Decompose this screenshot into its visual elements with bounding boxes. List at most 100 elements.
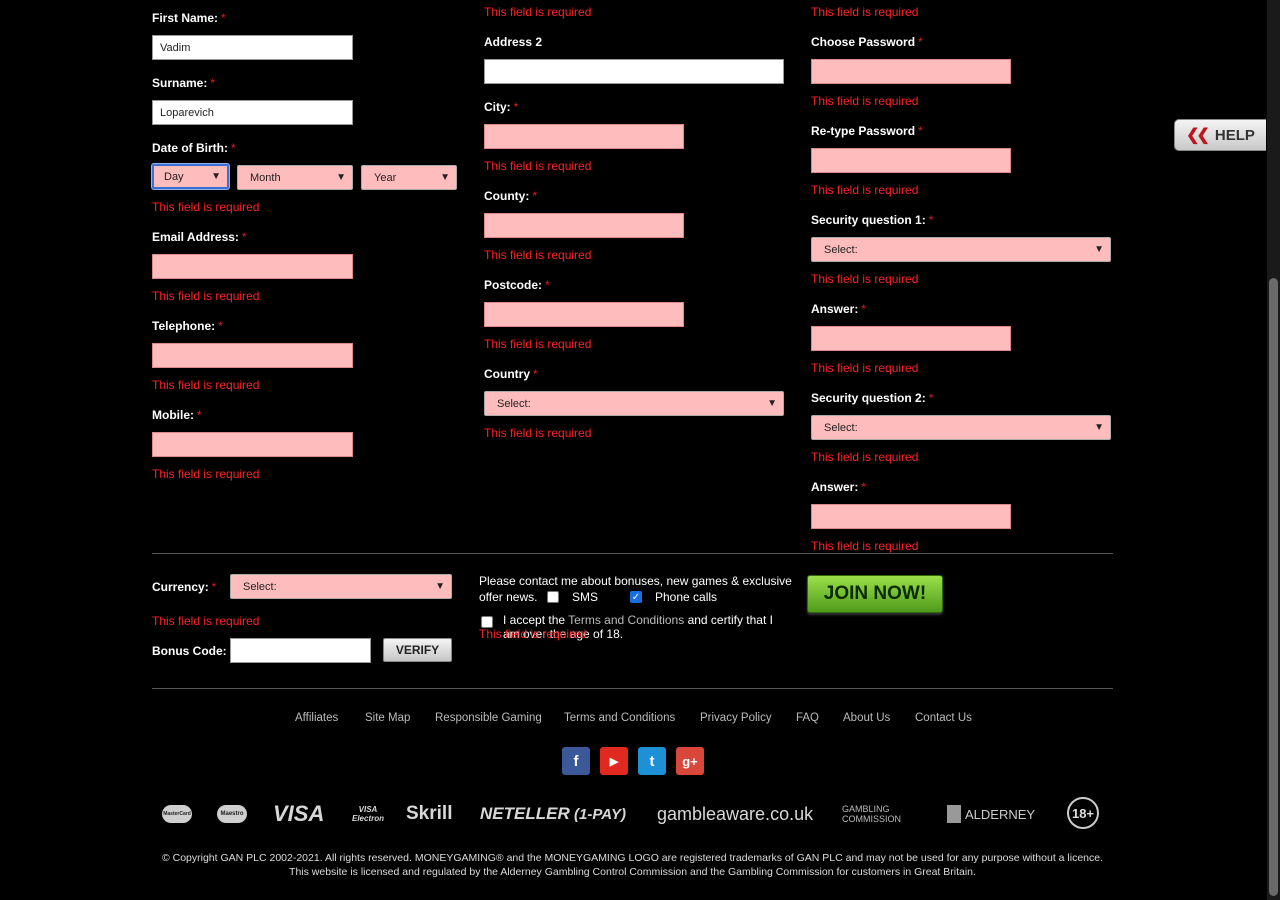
bonus-code-input[interactable]: [230, 638, 371, 663]
help-tab[interactable]: ❮❮ HELP: [1174, 119, 1266, 151]
postcode-input[interactable]: [484, 302, 684, 327]
visa-logo: VISA: [273, 801, 325, 826]
footer-link-about-us[interactable]: About Us: [843, 712, 890, 724]
chevron-down-icon: ▼: [336, 172, 346, 183]
error-answer-2: This field is required: [811, 539, 919, 553]
neteller-logo: NETELLER: [480, 804, 570, 823]
country-label: Country *: [484, 367, 538, 381]
error-security-question-1: This field is required: [811, 272, 919, 286]
footer-divider: [152, 688, 1113, 689]
dob-day-select[interactable]: Day ▼: [152, 164, 229, 189]
facebook-icon[interactable]: f: [562, 747, 590, 775]
footer-link-faq[interactable]: FAQ: [796, 712, 819, 724]
alderney-crest-icon: [947, 805, 961, 823]
footer-link-responsible-gaming[interactable]: Responsible Gaming: [435, 712, 542, 724]
answer-2-input[interactable]: [811, 504, 1011, 529]
security-question-1-label: Security question 1: *: [811, 213, 934, 227]
currency-label: Currency: *: [152, 580, 217, 594]
scrollbar-track[interactable]: [1267, 0, 1280, 900]
choose-password-input[interactable]: [811, 59, 1011, 84]
error-county: This field is required: [484, 248, 592, 262]
surname-input[interactable]: Loparevich: [152, 100, 353, 125]
country-select[interactable]: Select: ▼: [484, 391, 784, 416]
sms-checkbox[interactable]: [547, 591, 559, 603]
dob-year-select[interactable]: Year ▼: [361, 165, 457, 190]
mobile-input[interactable]: [152, 432, 353, 457]
mobile-label: Mobile: *: [152, 408, 202, 422]
error-choose-password: This field is required: [811, 94, 919, 108]
security-question-1-select[interactable]: Select: ▼: [811, 237, 1111, 262]
answer-2-label: Answer: *: [811, 480, 867, 494]
email-input[interactable]: [152, 254, 353, 279]
help-label: HELP: [1214, 126, 1255, 144]
address2-input[interactable]: [484, 59, 784, 84]
error-email: This field is required: [152, 289, 260, 303]
error-accept-terms: This field is required: [479, 627, 587, 641]
age-18-plus-badge: 18+: [1067, 797, 1099, 829]
form-divider: [152, 553, 1113, 554]
dob-label: Date of Birth: *: [152, 141, 236, 155]
phone-calls-checkbox[interactable]: ✓: [630, 591, 642, 603]
skrill-logo: Skrill: [406, 803, 453, 824]
error-address1: This field is required: [484, 5, 592, 19]
surname-value: Loparevich: [160, 106, 214, 119]
join-now-button[interactable]: JOIN NOW!: [807, 575, 943, 613]
gambling-commission-logo: GAMBLING COMMISSION: [842, 804, 902, 824]
copyright-line1: © Copyright GAN PLC 2002-2021. All right…: [161, 852, 1104, 864]
footer-link-site-map[interactable]: Site Map: [365, 712, 410, 724]
bonus-code-label: Bonus Code:: [152, 644, 227, 658]
copyright-line2: This website is licensed and regulated b…: [289, 866, 976, 878]
footer-link-privacy[interactable]: Privacy Policy: [700, 712, 772, 724]
city-label: City: *: [484, 100, 519, 114]
error-currency: This field is required: [152, 614, 260, 628]
telephone-input[interactable]: [152, 343, 353, 368]
gambleaware-logo: gambleaware.co.uk: [657, 803, 814, 824]
phone-calls-label: Phone calls: [655, 590, 718, 604]
footer-link-terms[interactable]: Terms and Conditions: [564, 712, 675, 724]
email-label: Email Address: *: [152, 230, 247, 244]
security-question-2-select[interactable]: Select: ▼: [811, 415, 1111, 440]
security-question-2-label: Security question 2: *: [811, 391, 934, 405]
google-plus-icon[interactable]: g+: [676, 747, 704, 775]
dob-month-select[interactable]: Month ▼: [237, 165, 353, 190]
verify-button[interactable]: VERIFY: [383, 638, 452, 662]
error-dob: This field is required: [152, 200, 260, 214]
error-mobile: This field is required: [152, 467, 260, 481]
error-telephone: This field is required: [152, 378, 260, 392]
sms-label: SMS: [572, 590, 599, 604]
error-postcode: This field is required: [484, 337, 592, 351]
postcode-label: Postcode: *: [484, 278, 550, 292]
error-country: This field is required: [484, 426, 592, 440]
choose-password-label: Choose Password *: [811, 35, 923, 49]
error-email-confirm: This field is required: [811, 5, 919, 19]
double-chevron-left-icon: ❮❮: [1186, 127, 1210, 144]
footer-link-contact-us[interactable]: Contact Us: [915, 712, 972, 724]
county-input[interactable]: [484, 213, 684, 238]
first-name-input[interactable]: Vadim: [152, 35, 353, 60]
chevron-down-icon: ▼: [1094, 244, 1104, 255]
1-pay-logo: (1-PAY): [574, 805, 626, 823]
accept-terms-text: I accept the Terms and Conditions and ce…: [503, 613, 773, 627]
city-input[interactable]: [484, 124, 684, 149]
contact-text-line1: Please contact me about bonuses, new gam…: [479, 574, 792, 588]
answer-1-input[interactable]: [811, 326, 1011, 351]
mastercard-logo: MasterCard: [162, 801, 192, 827]
county-label: County: *: [484, 189, 537, 203]
chevron-down-icon: ▼: [211, 171, 221, 182]
surname-label: Surname: *: [152, 76, 216, 90]
visa-electron-logo: VISA Electron: [351, 805, 384, 823]
currency-select[interactable]: Select: ▼: [230, 574, 452, 599]
terms-link[interactable]: Terms and Conditions: [568, 613, 684, 627]
first-name-value: Vadim: [160, 41, 191, 54]
chevron-down-icon: ▼: [1094, 422, 1104, 433]
error-retype-password: This field is required: [811, 183, 919, 197]
footer-link-affiliates[interactable]: Affiliates: [295, 712, 338, 724]
retype-password-input[interactable]: [811, 148, 1011, 173]
error-city: This field is required: [484, 159, 592, 173]
chevron-down-icon: ▼: [767, 398, 777, 409]
first-name-label: First Name: *: [152, 11, 226, 25]
scrollbar-thumb[interactable]: [1269, 278, 1278, 896]
telephone-label: Telephone: *: [152, 319, 223, 333]
youtube-icon[interactable]: ▶: [600, 747, 628, 775]
twitter-icon[interactable]: t: [638, 747, 666, 775]
